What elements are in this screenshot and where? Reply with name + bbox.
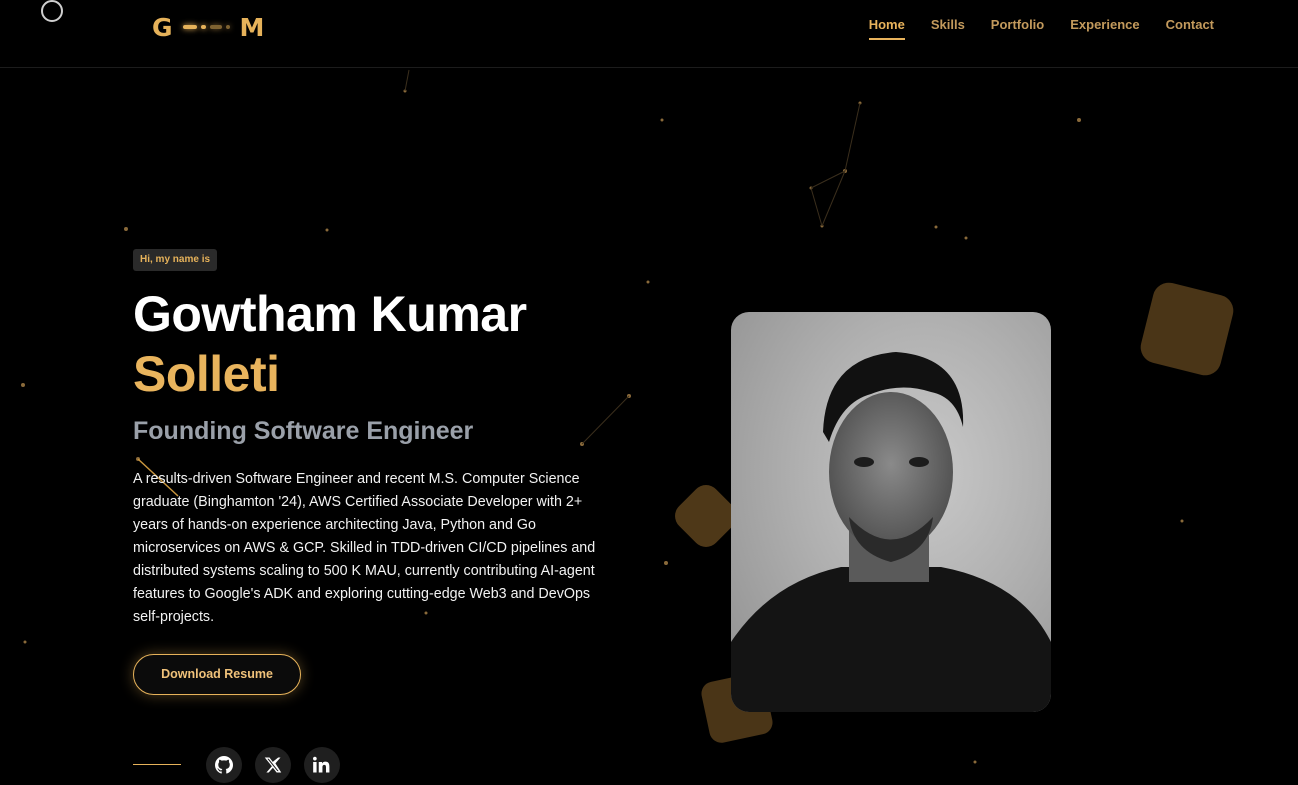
linkedin-link[interactable] <box>304 747 340 783</box>
social-divider <box>133 764 181 765</box>
nav-experience[interactable]: Experience <box>1070 17 1139 40</box>
nav-links: Home Skills Portfolio Experience Contact <box>868 17 1214 40</box>
hero-bio: A results-driven Software Engineer and r… <box>133 471 596 625</box>
x-icon <box>264 757 282 773</box>
nav-home[interactable]: Home <box>868 17 905 40</box>
profile-photo <box>731 312 1051 712</box>
github-icon <box>215 756 233 774</box>
nav-contact[interactable]: Contact <box>1166 17 1214 40</box>
portrait-illustration <box>731 352 1051 712</box>
site-logo[interactable]: G M <box>152 12 264 42</box>
intro-badge: Hi, my name is <box>133 249 218 271</box>
linkedin-icon <box>313 756 330 773</box>
github-link[interactable] <box>206 747 242 783</box>
nav-portfolio[interactable]: Portfolio <box>991 17 1044 40</box>
logo-initial-right: M <box>239 12 265 42</box>
cursor-ring-icon <box>41 0 63 22</box>
hero-name-first: Gowtham Kumar <box>133 286 527 342</box>
hero-name-last: Solleti <box>133 346 280 402</box>
logo-initial-left: G <box>152 12 173 42</box>
nav-skills[interactable]: Skills <box>931 17 965 40</box>
x-link[interactable] <box>255 747 291 783</box>
logo-dash-icon <box>182 25 230 29</box>
hero-role: Founding Software Engineer <box>133 417 474 445</box>
top-navbar: G M Home Skills Portfolio Experience Con… <box>0 0 1298 68</box>
download-resume-button[interactable]: Download Resume <box>133 654 301 695</box>
